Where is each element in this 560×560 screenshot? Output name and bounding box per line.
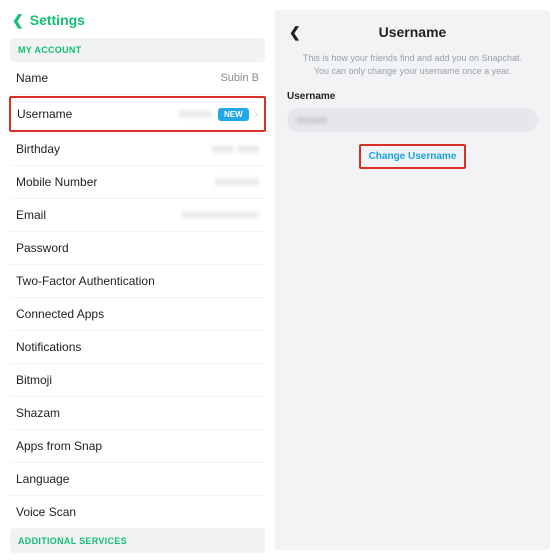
- username-field[interactable]: xxxxxx: [287, 108, 538, 132]
- row-label: Password: [16, 241, 69, 255]
- row-value: xxxxxxxx: [215, 176, 259, 188]
- row-label: Notifications: [16, 340, 81, 354]
- helper-line-1: This is how your friends find and add yo…: [303, 53, 522, 63]
- row-value: Subin B: [220, 72, 259, 84]
- row-label: Apps from Snap: [16, 439, 102, 453]
- helper-line-2: You can only change your username once a…: [314, 66, 511, 76]
- settings-header[interactable]: ❮ Settings: [10, 8, 265, 38]
- row-connected-apps[interactable]: Connected Apps: [10, 298, 265, 331]
- row-value: xxxx xxxx: [212, 143, 259, 155]
- username-value: xxxxxx: [297, 115, 327, 126]
- row-birthday[interactable]: Birthday xxxx xxxx: [10, 133, 265, 166]
- back-icon[interactable]: ❮: [289, 24, 301, 41]
- field-label: Username: [287, 91, 538, 102]
- username-panel: ❮ Username This is how your friends find…: [275, 10, 550, 550]
- row-label: Language: [16, 472, 69, 486]
- row-label: Username: [17, 107, 72, 121]
- row-password[interactable]: Password: [10, 232, 265, 265]
- section-my-account: MY ACCOUNT: [10, 38, 265, 62]
- row-label: Voice Scan: [16, 505, 76, 519]
- row-label: Mobile Number: [16, 175, 97, 189]
- row-email[interactable]: Email xxxxxxxxxxxxxx: [10, 199, 265, 232]
- row-manage[interactable]: Manage: [10, 553, 265, 560]
- row-name[interactable]: Name Subin B: [10, 62, 265, 95]
- row-label: Bitmoji: [16, 373, 52, 387]
- row-value: xxxxxx: [179, 108, 212, 120]
- section-additional-services: ADDITIONAL SERVICES: [10, 529, 265, 553]
- row-apps-from-snap[interactable]: Apps from Snap: [10, 430, 265, 463]
- row-mobile[interactable]: Mobile Number xxxxxxxx: [10, 166, 265, 199]
- row-language[interactable]: Language: [10, 463, 265, 496]
- row-label: Email: [16, 208, 46, 222]
- chevron-right-icon: ›: [255, 109, 258, 120]
- username-header: ❮ Username: [287, 20, 538, 52]
- change-username-wrap: Change Username: [287, 132, 538, 169]
- new-badge: NEW: [218, 108, 249, 121]
- row-voice-scan[interactable]: Voice Scan: [10, 496, 265, 529]
- row-label: Name: [16, 71, 48, 85]
- row-label: Birthday: [16, 142, 60, 156]
- row-shazam[interactable]: Shazam: [10, 397, 265, 430]
- row-label: Two-Factor Authentication: [16, 274, 155, 288]
- row-bitmoji[interactable]: Bitmoji: [10, 364, 265, 397]
- back-icon[interactable]: ❮: [12, 13, 24, 27]
- row-label: Connected Apps: [16, 307, 104, 321]
- helper-text: This is how your friends find and add yo…: [287, 52, 538, 91]
- page-title: Username: [379, 24, 447, 40]
- settings-title: Settings: [30, 12, 85, 28]
- row-value: xxxxxxxxxxxxxx: [182, 209, 259, 221]
- row-label: Shazam: [16, 406, 60, 420]
- row-twofa[interactable]: Two-Factor Authentication: [10, 265, 265, 298]
- row-username[interactable]: Username xxxxxx NEW ›: [9, 96, 266, 132]
- settings-panel: ❮ Settings MY ACCOUNT Name Subin B Usern…: [0, 0, 275, 560]
- row-notifications[interactable]: Notifications: [10, 331, 265, 364]
- change-username-link[interactable]: Change Username: [359, 144, 467, 169]
